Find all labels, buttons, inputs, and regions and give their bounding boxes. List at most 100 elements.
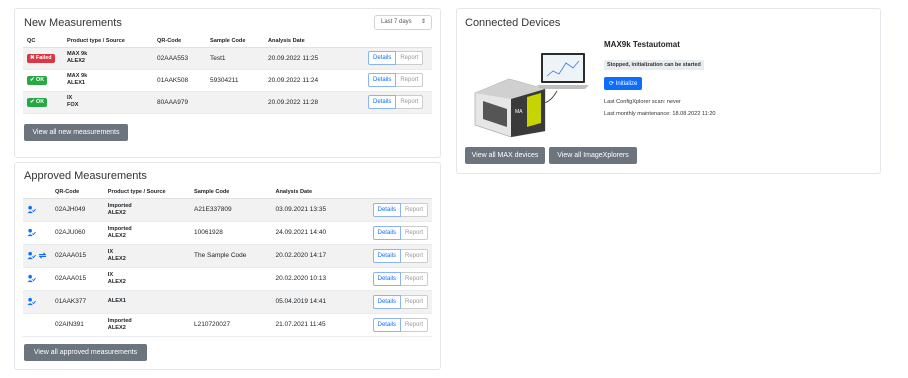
device-status-badge: Stopped, initialization can be started bbox=[604, 60, 704, 70]
max9k-device-image: MA bbox=[474, 53, 589, 138]
details-button[interactable]: Details bbox=[372, 225, 401, 240]
details-button[interactable]: Details bbox=[372, 202, 401, 217]
table-row: 02AJH049 Imported ALEX2 A21E337809 03.09.… bbox=[23, 198, 432, 222]
sample-code bbox=[206, 91, 264, 114]
source: ALEX2 bbox=[107, 255, 126, 262]
source: ALEX2 bbox=[107, 209, 126, 216]
qr-code: 02AJH049 bbox=[51, 198, 104, 222]
analysis-date: 20.09.2022 11:25 bbox=[264, 47, 364, 70]
source: ALEX2 bbox=[107, 324, 126, 331]
user-check-icon bbox=[27, 205, 36, 214]
date-filter-select[interactable]: Last 7 days ⇕ bbox=[374, 15, 432, 30]
select-caret-icon: ⇕ bbox=[420, 19, 426, 25]
sample-code: The Sample Code bbox=[189, 244, 272, 268]
device-name: MAX9k Testautomat bbox=[604, 40, 680, 49]
analysis-date: 05.04.2019 14:41 bbox=[271, 290, 369, 314]
transfer-icon bbox=[38, 252, 47, 259]
connected-devices-title: Connected Devices bbox=[465, 17, 561, 29]
column-header bbox=[368, 186, 432, 199]
report-button[interactable]: Report bbox=[396, 51, 424, 65]
report-button[interactable]: Report bbox=[396, 73, 424, 87]
details-button[interactable]: Details bbox=[368, 95, 397, 109]
qr-code: 02AAA015 bbox=[51, 267, 104, 291]
new-measurements-table: QC Product type / Source QR-Code Sample … bbox=[23, 35, 432, 114]
analysis-date: 20.09.2022 11:24 bbox=[264, 69, 364, 92]
source: ALEX2 bbox=[67, 58, 86, 64]
qr-code: 02AJU060 bbox=[51, 221, 104, 245]
analysis-date: 24.09.2021 14:40 bbox=[271, 221, 369, 245]
qc-ok-badge: ✔ OK bbox=[27, 97, 48, 107]
table-row: 02AIN391 Imported ALEX2 L210720027 21.07.… bbox=[23, 313, 432, 337]
source: ALEX1 bbox=[107, 298, 126, 304]
qc-ok-badge: ✔ OK bbox=[27, 75, 48, 85]
analysis-date: 20.02.2020 14:17 bbox=[271, 244, 369, 268]
column-header bbox=[23, 186, 51, 199]
details-button[interactable]: Details bbox=[372, 248, 401, 263]
sample-code: A21E337809 bbox=[189, 198, 272, 222]
report-button[interactable]: Report bbox=[400, 294, 428, 309]
sample-code: Test1 bbox=[206, 47, 264, 70]
details-button[interactable]: Details bbox=[372, 317, 401, 332]
initialize-button[interactable]: ⟳ Initialize bbox=[604, 77, 643, 90]
approved-measurements-table: QR-Code Product type / Source Sample Cod… bbox=[23, 186, 432, 337]
product-type: IX bbox=[107, 271, 114, 278]
product-type: IX bbox=[107, 248, 114, 255]
connected-devices-card: Connected Devices MA MAX9k Testautomat S… bbox=[456, 8, 881, 174]
new-measurements-card: New Measurements Last 7 days ⇕ QC Produc… bbox=[14, 8, 441, 158]
view-all-new-measurements-button[interactable]: View all new measurements bbox=[24, 124, 128, 141]
source: ALEX1 bbox=[67, 80, 86, 86]
last-scan-text: Last ConfigXplorer scan: never bbox=[604, 99, 681, 105]
view-all-imagexplorers-button[interactable]: View all ImageXplorers bbox=[549, 147, 637, 164]
qr-code: 01AAK377 bbox=[51, 290, 104, 314]
source: ALEX2 bbox=[107, 278, 126, 285]
details-button[interactable]: Details bbox=[372, 294, 401, 309]
qr-code: 80AAA979 bbox=[153, 91, 206, 114]
details-button[interactable]: Details bbox=[368, 73, 397, 87]
column-header: Analysis Date bbox=[264, 35, 364, 48]
column-header bbox=[364, 35, 432, 48]
user-check-icon bbox=[27, 251, 36, 260]
column-header: Analysis Date bbox=[271, 186, 369, 199]
table-header-row: QR-Code Product type / Source Sample Cod… bbox=[23, 186, 432, 199]
report-button[interactable]: Report bbox=[400, 248, 428, 263]
table-row: 01AAK377 ALEX1 05.04.2019 14:41 Details R… bbox=[23, 290, 432, 314]
qr-code: 01AAK508 bbox=[153, 69, 206, 92]
table-row: ✖ Failed MAX 9k ALEX2 02AAA553 Test1 20.0… bbox=[23, 47, 432, 70]
report-button[interactable]: Report bbox=[400, 271, 428, 286]
product-type: IX bbox=[67, 95, 73, 101]
product-type: Imported bbox=[107, 317, 132, 324]
column-header: Sample Code bbox=[206, 35, 264, 48]
date-filter-value: Last 7 days bbox=[381, 19, 412, 25]
product-type: MAX 9k bbox=[67, 51, 88, 57]
user-check-icon bbox=[27, 228, 36, 237]
table-row: ✔ OK IX FOX 80AAA979 20.09.2022 11:28 Det… bbox=[23, 91, 432, 114]
view-all-approved-measurements-button[interactable]: View all approved measurements bbox=[24, 344, 147, 361]
sample-code bbox=[189, 267, 272, 291]
qr-code: 02AAA553 bbox=[153, 47, 206, 70]
sample-code: 10061928 bbox=[189, 221, 272, 245]
table-row: ✔ OK MAX 9k ALEX1 01AAK508 59304211 20.09… bbox=[23, 69, 432, 92]
report-button[interactable]: Report bbox=[400, 202, 428, 217]
table-row: 02AAA015 IX ALEX2 20.02.2020 10:13 Detail… bbox=[23, 267, 432, 291]
column-header: Product type / Source bbox=[63, 35, 153, 48]
details-button[interactable]: Details bbox=[372, 271, 401, 286]
analysis-date: 20.02.2020 10:13 bbox=[271, 267, 369, 291]
column-header: QR-Code bbox=[51, 186, 104, 199]
table-header-row: QC Product type / Source QR-Code Sample … bbox=[23, 35, 432, 48]
analysis-date: 21.07.2021 11:45 bbox=[271, 313, 369, 337]
report-button[interactable]: Report bbox=[400, 225, 428, 240]
analysis-date: 20.09.2022 11:28 bbox=[264, 91, 364, 114]
report-button[interactable]: Report bbox=[400, 317, 428, 332]
details-button[interactable]: Details bbox=[368, 51, 397, 65]
table-row: 02AJU060 Imported ALEX2 10061928 24.09.20… bbox=[23, 221, 432, 245]
qr-code: 02AIN391 bbox=[51, 313, 104, 337]
table-row: 02AAA015 IX ALEX2 The Sample Code 20.02.2… bbox=[23, 244, 432, 268]
view-all-max-devices-button[interactable]: View all MAX devices bbox=[465, 147, 545, 164]
product-type: Imported bbox=[107, 202, 132, 209]
sample-code bbox=[189, 290, 272, 314]
user-check-icon bbox=[27, 297, 36, 306]
column-header: QC bbox=[23, 35, 63, 48]
report-button[interactable]: Report bbox=[396, 95, 424, 109]
qc-failed-badge: ✖ Failed bbox=[27, 53, 55, 63]
new-measurements-title: New Measurements bbox=[24, 17, 122, 29]
